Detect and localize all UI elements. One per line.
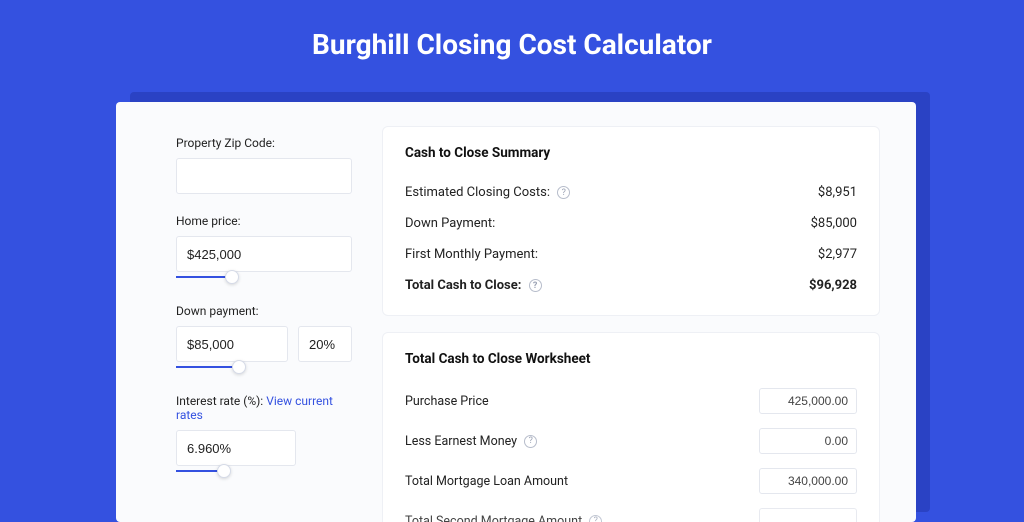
help-icon[interactable]: ? [524,435,537,448]
slider-thumb[interactable] [225,270,239,284]
down-payment-input[interactable] [176,326,288,362]
summary-value: $8,951 [818,185,857,200]
interest-rate-field: Interest rate (%): View current rates [176,394,352,478]
worksheet-row-loan-amount: Total Mortgage Loan Amount [405,461,857,501]
inputs-panel: Property Zip Code: Home price: Down paym… [116,102,376,522]
summary-row-total: Total Cash to Close: ? $96,928 [405,270,857,301]
down-payment-label: Down payment: [176,304,352,318]
help-icon[interactable]: ? [529,279,542,292]
help-icon[interactable]: ? [589,515,602,522]
summary-label: Estimated Closing Costs: [405,185,550,200]
summary-heading: Cash to Close Summary [405,145,857,161]
worksheet-label: Less Earnest Money [405,434,517,449]
zip-label: Property Zip Code: [176,136,352,150]
interest-rate-label-text: Interest rate (%): [176,394,266,408]
summary-value: $85,000 [811,216,857,231]
worksheet-input-purchase-price[interactable] [759,388,857,414]
home-price-field: Home price: [176,214,352,284]
summary-row-first-payment: First Monthly Payment: $2,977 [405,239,857,270]
worksheet-label: Total Mortgage Loan Amount [405,474,568,489]
calculator-card: Property Zip Code: Home price: Down paym… [116,102,916,522]
page-title: Burghill Closing Cost Calculator [0,0,1024,83]
summary-total-label: Total Cash to Close: [405,278,521,293]
worksheet-row-earnest-money: Less Earnest Money ? [405,421,857,461]
summary-row-down-payment: Down Payment: $85,000 [405,208,857,239]
zip-field: Property Zip Code: [176,136,352,194]
help-icon[interactable]: ? [557,186,570,199]
interest-rate-input[interactable] [176,430,296,466]
summary-label: Down Payment: [405,216,495,231]
home-price-label: Home price: [176,214,352,228]
zip-input[interactable] [176,158,352,194]
home-price-slider[interactable] [176,270,352,284]
down-payment-slider[interactable] [176,360,352,374]
results-panel: Cash to Close Summary Estimated Closing … [376,102,916,522]
interest-rate-label: Interest rate (%): View current rates [176,394,352,422]
interest-rate-slider[interactable] [176,464,296,478]
slider-thumb[interactable] [232,360,246,374]
worksheet-input-loan-amount[interactable] [759,468,857,494]
summary-row-closing-costs: Estimated Closing Costs: ? $8,951 [405,177,857,208]
worksheet-heading: Total Cash to Close Worksheet [405,351,857,367]
down-payment-pct-input[interactable] [298,326,352,362]
slider-track [176,276,232,278]
worksheet-input-earnest-money[interactable] [759,428,857,454]
home-price-input[interactable] [176,236,352,272]
summary-value: $2,977 [818,247,857,262]
worksheet-label: Purchase Price [405,394,489,409]
worksheet-input-second-mortgage[interactable] [759,508,857,522]
summary-total-value: $96,928 [809,278,857,293]
worksheet-row-purchase-price: Purchase Price [405,381,857,421]
slider-thumb[interactable] [217,464,231,478]
summary-label: First Monthly Payment: [405,247,538,262]
worksheet-label: Total Second Mortgage Amount [405,514,582,522]
down-payment-field: Down payment: [176,304,352,374]
slider-track [176,366,239,368]
summary-card: Cash to Close Summary Estimated Closing … [382,126,880,316]
worksheet-card: Total Cash to Close Worksheet Purchase P… [382,332,880,522]
